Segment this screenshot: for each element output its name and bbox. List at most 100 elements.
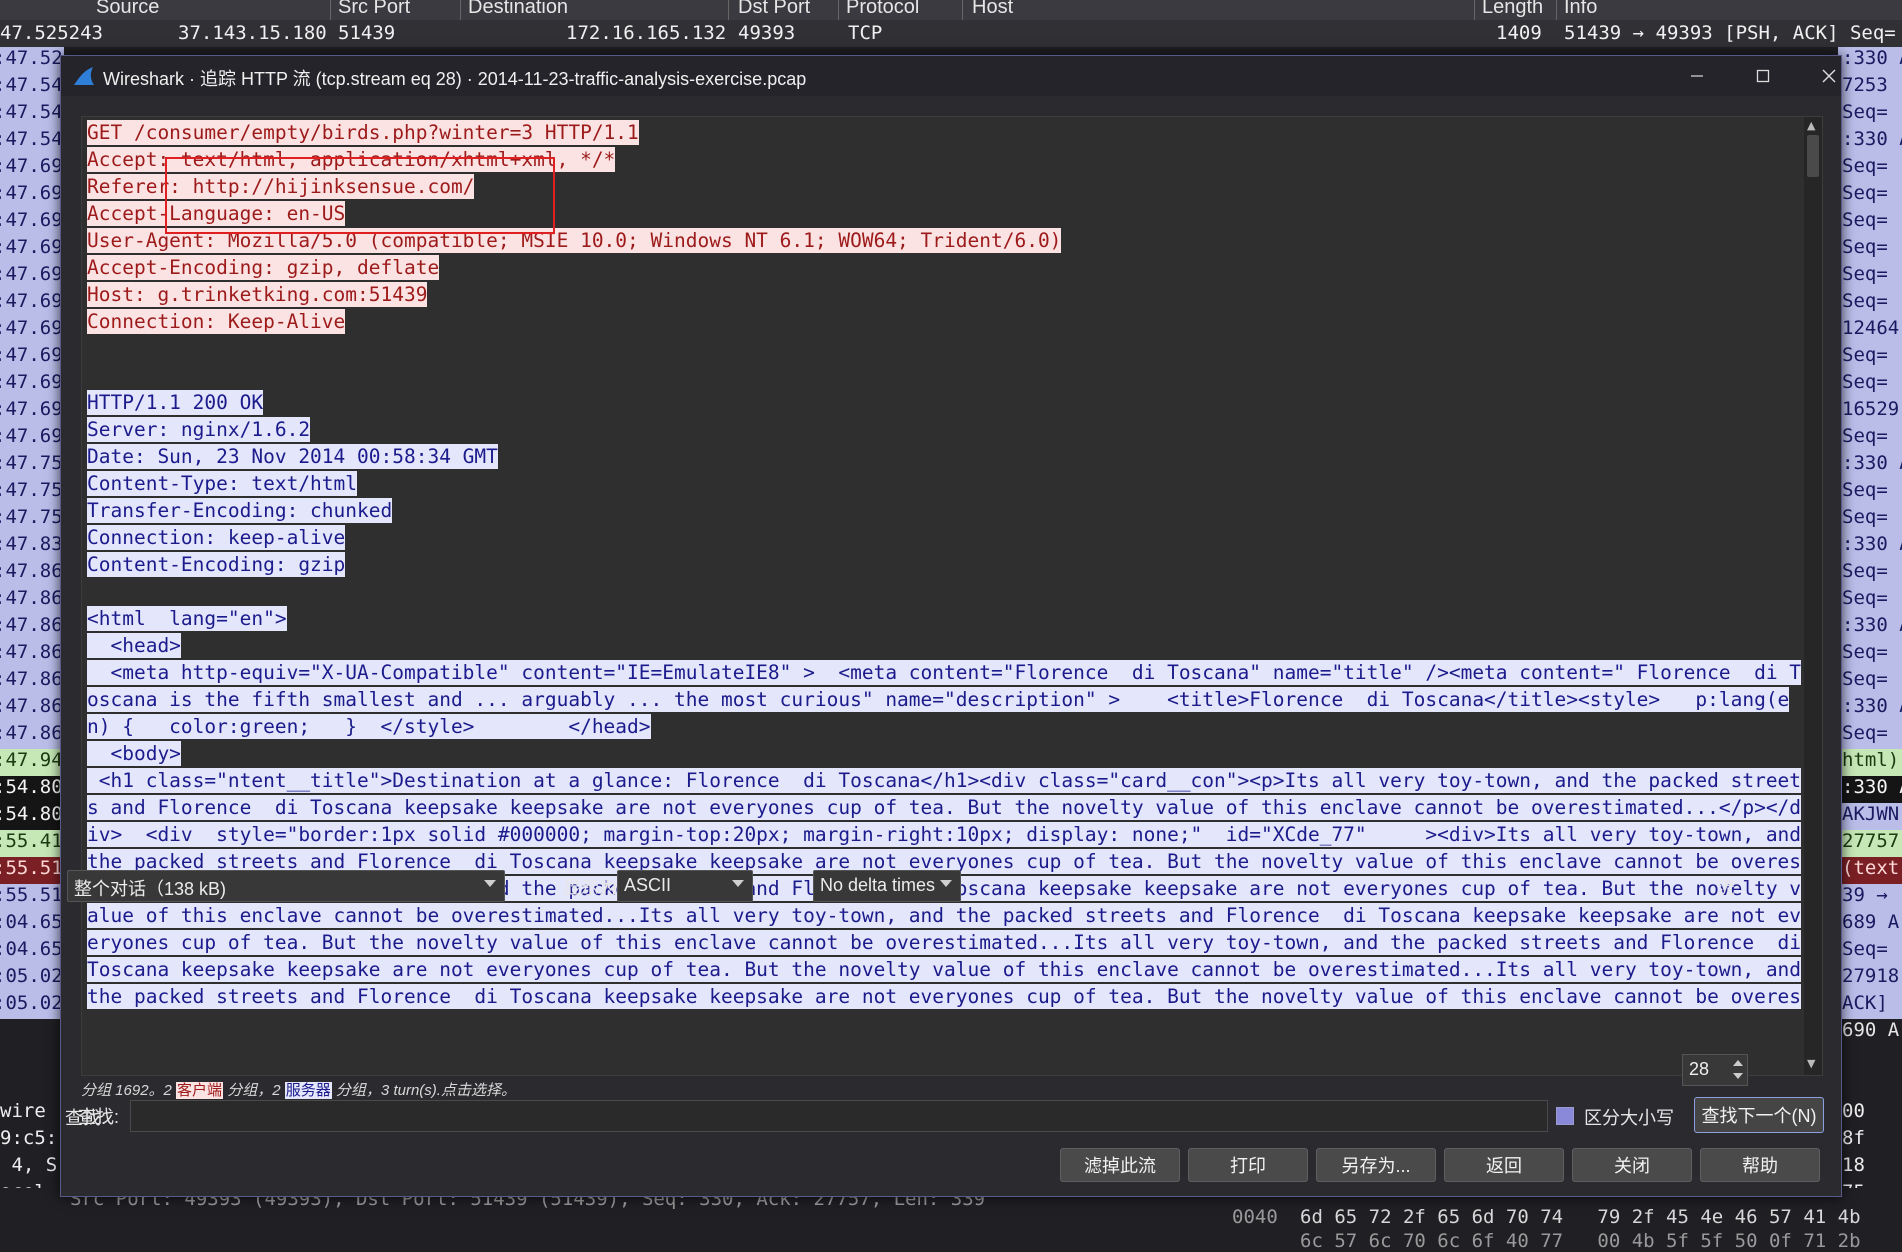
stream-line[interactable]: eryones cup of tea. But the novelty valu… xyxy=(87,930,1802,958)
packet-row-fragment[interactable]: :47.86 xyxy=(0,722,64,749)
packet-row-fragment[interactable]: :47.69 xyxy=(0,317,64,344)
minimize-button[interactable] xyxy=(1667,56,1727,96)
stream-line[interactable]: the packed streets and Florence di Tosca… xyxy=(87,984,1802,1012)
packet-row-fragment[interactable]: :47.54 xyxy=(0,74,64,101)
stream-line[interactable]: Date: Sun, 23 Nov 2014 00:58:34 GMT xyxy=(87,444,1800,472)
column-src-port[interactable]: Src Port xyxy=(338,0,410,19)
packet-row-fragment[interactable]: 4, S xyxy=(0,1154,64,1181)
packet-row-fragment[interactable]: :47.69 xyxy=(0,263,64,290)
packet-row-fragment[interactable]: :330 A xyxy=(1838,452,1902,479)
back-button[interactable]: 返回 xyxy=(1444,1148,1564,1182)
packet-row-fragment[interactable]: 27918 xyxy=(1838,965,1902,992)
packet-row-fragment[interactable]: Seq= xyxy=(1838,236,1902,263)
packet-row-fragment[interactable]: Seq= xyxy=(1838,938,1902,965)
scroll-up-arrow-icon[interactable]: ▲ xyxy=(1807,119,1815,132)
packet-row-fragment[interactable]: :47.94 xyxy=(0,749,64,776)
column-source[interactable]: Source xyxy=(96,0,159,19)
packet-row-fragment[interactable]: :47.69 xyxy=(0,290,64,317)
save-as-button[interactable]: 另存为... xyxy=(1316,1148,1436,1182)
stream-line[interactable]: Connection: Keep-Alive xyxy=(87,309,1800,337)
packet-row-fragment[interactable]: :47.69 xyxy=(0,182,64,209)
packet-row[interactable]: 47.525243 37.143.15.180 51439 172.16.165… xyxy=(0,20,1902,47)
help-button[interactable]: 帮助 xyxy=(1700,1148,1820,1182)
packet-row-fragment[interactable]: :47.86 xyxy=(0,641,64,668)
scroll-down-arrow-icon[interactable]: ▼ xyxy=(1807,1057,1815,1070)
stream-status-line[interactable]: 分组 1692。2 客户端 分组，2 服务器 分组，3 turn(s).点击选择… xyxy=(81,1079,516,1101)
column-info[interactable]: Info xyxy=(1564,0,1597,19)
spin-up-icon[interactable] xyxy=(1733,1060,1743,1066)
packet-row-fragment[interactable]: :47.86 xyxy=(0,668,64,695)
column-dst-port[interactable]: Dst Port xyxy=(738,0,810,19)
packet-row-fragment[interactable]: :47.69 xyxy=(0,236,64,263)
stream-line[interactable]: iv> <div style="border:1px solid #000000… xyxy=(87,822,1802,850)
packet-row-fragment[interactable]: :47.69 xyxy=(0,371,64,398)
stream-line[interactable]: <head> xyxy=(87,633,1800,661)
packet-row-fragment[interactable]: Seq= xyxy=(1838,425,1902,452)
packet-row-fragment[interactable]: wire xyxy=(0,1100,64,1127)
case-sensitive-checkbox[interactable] xyxy=(1556,1107,1574,1125)
packet-row-fragment[interactable]: :47.75 xyxy=(0,506,64,533)
dialog-titlebar[interactable]: Wireshark · 追踪 HTTP 流 (tcp.stream eq 28)… xyxy=(61,56,1841,96)
find-input[interactable] xyxy=(130,1100,1548,1132)
stream-line[interactable]: Accept-Encoding: gzip, deflate xyxy=(87,255,1800,283)
stream-content-pane[interactable]: GET /consumer/empty/birds.php?winter=3 H… xyxy=(81,116,1823,1076)
packet-row-fragment[interactable]: :54.80 xyxy=(0,776,64,803)
packet-row-fragment[interactable]: 12464 xyxy=(1838,317,1902,344)
packet-row-fragment[interactable]: :47.69 xyxy=(0,344,64,371)
packet-row-fragment[interactable]: Seq= xyxy=(1838,263,1902,290)
scrollbar-thumb[interactable] xyxy=(1807,135,1819,177)
stream-line[interactable]: <body> xyxy=(87,741,1800,769)
stream-line[interactable]: n) { color:green; } </style> </head> xyxy=(87,714,1800,742)
packet-row-fragment[interactable]: :330 A xyxy=(1838,776,1902,803)
stream-line[interactable]: s and Florence di Toscana keepsake keeps… xyxy=(87,795,1802,823)
packet-row-fragment[interactable]: Seq= xyxy=(1838,587,1902,614)
stream-line[interactable]: alue of this enclave cannot be overestim… xyxy=(87,903,1802,931)
packet-row-fragment[interactable]: :47.86 xyxy=(0,614,64,641)
column-destination[interactable]: Destination xyxy=(468,0,568,19)
stream-line[interactable]: <meta http-equiv="X-UA-Compatible" conte… xyxy=(87,660,1802,688)
packet-row-fragment[interactable]: 18 xyxy=(1838,1154,1902,1181)
close-window-button[interactable] xyxy=(1799,56,1859,96)
packet-row-fragment[interactable]: :05.02 xyxy=(0,965,64,992)
maximize-button[interactable] xyxy=(1733,56,1793,96)
conversation-select[interactable]: 整个对话（138 kB) xyxy=(67,870,505,902)
stream-line[interactable]: Content-Type: text/html xyxy=(87,471,1800,499)
packet-row-fragment[interactable]: 27757 xyxy=(1838,830,1902,857)
packet-row-fragment[interactable]: 9:c5: xyxy=(0,1127,64,1154)
packet-row-fragment[interactable]: :47.69 xyxy=(0,209,64,236)
column-length[interactable]: Length xyxy=(1482,0,1543,19)
packet-row-fragment[interactable]: :47.54 xyxy=(0,101,64,128)
packet-row-fragment[interactable]: (text xyxy=(1838,857,1902,884)
spin-down-icon[interactable] xyxy=(1733,1073,1743,1079)
packet-row-fragment[interactable]: :04.65 xyxy=(0,911,64,938)
packet-row-fragment[interactable]: 00 xyxy=(1838,1100,1902,1127)
packet-row-fragment[interactable]: :47.52 xyxy=(0,47,64,74)
packet-row-fragment[interactable]: :47.69 xyxy=(0,155,64,182)
packet-row-fragment[interactable]: Seq= xyxy=(1838,641,1902,668)
packet-row-fragment[interactable]: ACK] xyxy=(1838,992,1902,1019)
packet-row-fragment[interactable]: :47.86 xyxy=(0,560,64,587)
stream-line[interactable]: Toscana keepsake keepsake are not everyo… xyxy=(87,957,1802,985)
print-button[interactable]: 打印 xyxy=(1188,1148,1308,1182)
packet-row-fragment[interactable]: 39 → xyxy=(1838,884,1902,911)
stream-line[interactable]: HTTP/1.1 200 OK xyxy=(87,390,1800,418)
client-tag[interactable]: 客户端 xyxy=(176,1082,224,1099)
stream-line[interactable]: Content-Encoding: gzip xyxy=(87,552,1800,580)
packet-row-fragment[interactable]: Seq= xyxy=(1838,722,1902,749)
stream-line[interactable] xyxy=(87,364,1800,391)
stream-line[interactable]: GET /consumer/empty/birds.php?winter=3 H… xyxy=(87,120,1800,148)
packet-row-fragment[interactable]: 689 A xyxy=(1838,911,1902,938)
stream-line[interactable]: <html lang="en"> xyxy=(87,606,1800,634)
packet-row-fragment[interactable]: :47.86 xyxy=(0,587,64,614)
stream-line[interactable]: Connection: keep-alive xyxy=(87,525,1800,553)
packet-row-fragment[interactable]: Seq= xyxy=(1838,560,1902,587)
show-as-select[interactable]: ASCII xyxy=(617,870,753,902)
close-button[interactable]: 关闭 xyxy=(1572,1148,1692,1182)
packet-row-fragment[interactable]: :55.51 xyxy=(0,857,64,884)
packet-row-fragment[interactable]: Seq= xyxy=(1838,506,1902,533)
packet-row-fragment[interactable]: :47.83 xyxy=(0,533,64,560)
stream-line[interactable]: oscana is the fifth smallest and ... arg… xyxy=(87,687,1800,715)
column-host[interactable]: Host xyxy=(972,0,1013,19)
packet-row-fragment[interactable]: Seq= xyxy=(1838,101,1902,128)
stream-line[interactable] xyxy=(87,337,1800,364)
